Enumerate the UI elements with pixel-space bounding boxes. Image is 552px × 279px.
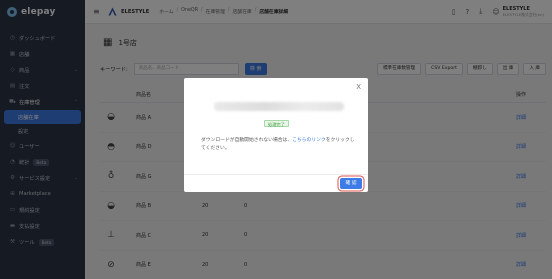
download-dialog: X 処理完了 ダウンロードが自動開始されない場合は、こちらのリンクをクリックして… [184, 78, 368, 192]
divider [184, 174, 368, 175]
message-text: ダウンロードが自動開始されない場合は、 [201, 138, 293, 143]
dialog-message: ダウンロードが自動開始されない場合は、こちらのリンクをクリックしてください。 [201, 137, 356, 152]
status-badge: 処理完了 [264, 120, 289, 127]
dialog-title-redacted [214, 102, 344, 111]
close-icon[interactable]: X [356, 83, 361, 91]
confirm-button[interactable]: 確 認 [340, 178, 362, 189]
download-link[interactable]: こちらのリンク [292, 138, 326, 143]
